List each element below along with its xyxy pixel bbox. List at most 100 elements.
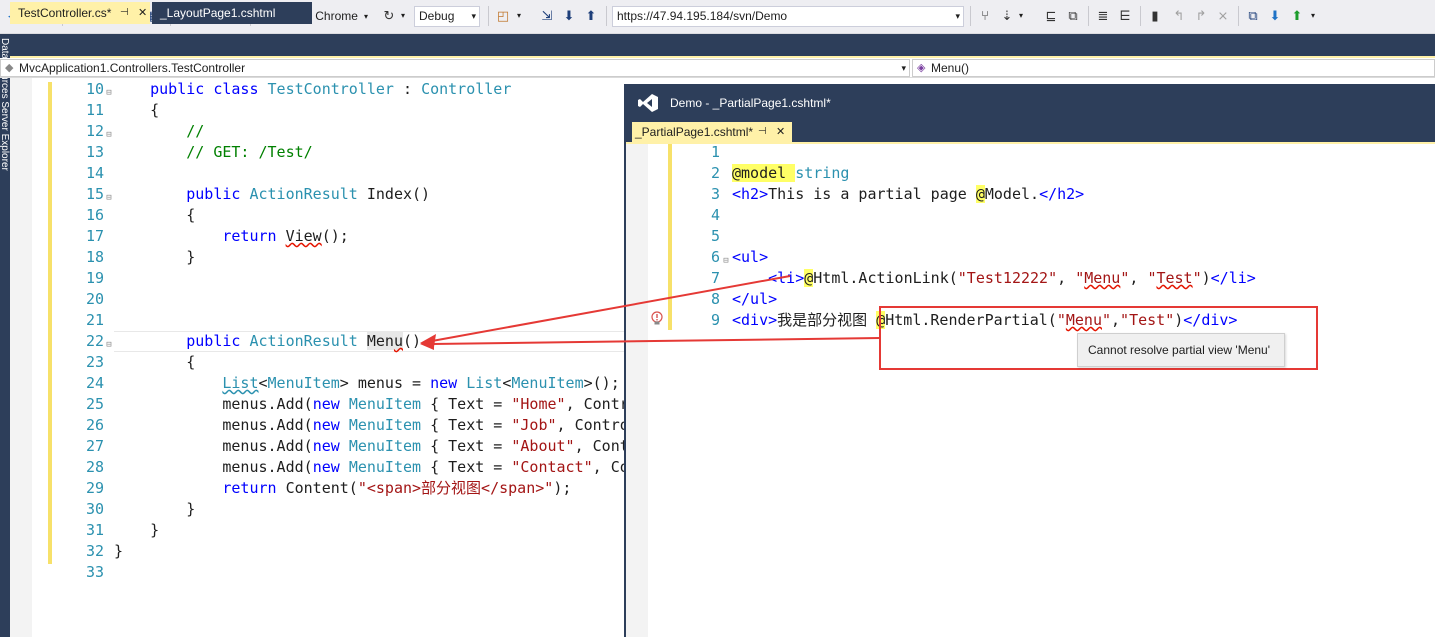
code-line[interactable]: } [114,541,123,562]
code-line[interactable]: return View(); [114,226,348,247]
line-number: 5 [710,227,720,245]
tab-label: TestController.cs* [18,6,112,20]
tab-partialpage[interactable]: _PartialPage1.cshtml* ⊣ ✕ [632,122,792,144]
attach-dropdown-icon[interactable]: ▾ [514,7,524,25]
class-dropdown[interactable]: ◆ MvcApplication1.Controllers.TestContro… [0,59,910,77]
line-number: 26 [85,416,104,434]
left-tool-strip[interactable]: Data Sources Server Explorer [0,34,10,637]
tab-layoutpage[interactable]: _LayoutPage1.cshtml [152,2,312,24]
merge-icon[interactable]: ⑂ [976,7,994,25]
document-tab-strip [10,34,1435,58]
line-number: 22 [85,332,104,350]
prev-bookmark-icon[interactable]: ↰ [1170,7,1188,25]
tab-label: _LayoutPage1.cshtml [160,6,276,20]
code-line[interactable]: } [114,520,159,541]
code-line[interactable]: } [114,247,195,268]
code-line[interactable]: @model string [732,163,849,184]
pin-icon[interactable]: ⊣ [758,122,767,142]
line-number: 16 [85,206,104,224]
code-line[interactable]: menus.Add(new MenuItem { Text = "Home", … [114,394,628,415]
code-line[interactable]: menus.Add(new MenuItem { Text = "Contact… [114,457,628,478]
code-line[interactable]: menus.Add(new MenuItem { Text = "About",… [114,436,628,457]
refresh-icon[interactable]: ↻ [380,7,398,25]
comment-icon[interactable]: ≣ [1094,7,1112,25]
close-icon[interactable]: ✕ [138,2,147,24]
compare-icon[interactable]: ⧉ [1064,7,1082,25]
close-icon[interactable]: ✕ [776,122,785,142]
tab-label: _PartialPage1.cshtml* [635,125,754,139]
collapse-icon[interactable]: ⊟ [104,125,114,146]
line-number: 28 [85,458,104,476]
arrow-down-icon[interactable]: ⬇ [1266,7,1284,25]
code-line[interactable]: List<MenuItem> menus = new List<MenuItem… [114,373,619,394]
configuration-select[interactable]: Debug ▾ [414,6,480,27]
floating-window-title: Demo - _PartialPage1.cshtml* [670,96,831,110]
collapse-icon[interactable]: ⊟ [104,335,114,356]
refresh-dropdown-icon[interactable]: ▾ [398,7,408,25]
code-line[interactable]: return Content("<span>部分视图</span>"); [114,478,571,499]
code-line[interactable]: public ActionResult Index() [114,184,430,205]
code-line[interactable]: { [114,352,195,373]
code-line[interactable]: { [114,100,159,121]
next-bookmark-icon[interactable]: ↱ [1192,7,1210,25]
code-line[interactable]: menus.Add(new MenuItem { Text = "Job", C… [114,415,628,436]
line-number: 10 [85,80,104,98]
browser-dropdown-icon: ▾ [363,11,368,21]
code-line[interactable]: public ActionResult Menu() [114,331,421,352]
line-number: 9 [710,311,720,329]
chevron-down-icon: ▾ [471,11,476,21]
line-number: 24 [85,374,104,392]
line-number: 6 [710,248,720,266]
update-dropdown-icon[interactable]: ▾ [1016,7,1026,25]
chevron-down-icon: ▾ [955,11,960,21]
arrow-up-icon[interactable]: ⬆ [1288,7,1306,25]
attach-icon[interactable]: ◰ [494,7,512,25]
toolbar-overflow-icon[interactable]: ▾ [1308,7,1318,25]
line-number: 32 [85,542,104,560]
line-number: 19 [85,269,104,287]
line-number: 8 [710,290,720,308]
configuration-value: Debug [419,9,455,23]
code-line[interactable]: // [114,121,204,142]
upload-icon[interactable]: ⬆ [582,7,600,25]
tab-testcontroller[interactable]: TestController.cs* ⊣ ✕ [10,2,150,24]
method-icon: ◈ [917,62,926,74]
code-line[interactable]: </ul> [732,289,777,310]
line-number: 33 [85,563,104,581]
svn-url-select[interactable]: https://47.94.195.184/svn/Demo ▾ [612,6,964,27]
svn-url-value: https://47.94.195.184/svn/Demo [617,9,788,23]
line-number: 30 [85,500,104,518]
code-line[interactable]: { [114,205,195,226]
line-number: 27 [85,437,104,455]
find-icon[interactable]: ⧉ [1244,7,1262,25]
lightbulb-icon[interactable] [650,311,664,327]
member-dropdown[interactable]: ◈ Menu() [912,59,1435,77]
collapse-icon[interactable]: ⊟ [104,83,114,104]
active-tab-underline [626,142,1435,144]
code-line[interactable]: <ul> [732,247,768,268]
line-number: 18 [85,248,104,266]
download-icon[interactable]: ⬇ [560,7,578,25]
code-line[interactable]: <h2>This is a partial page @Model.</h2> [732,184,1084,205]
pin-icon[interactable]: ⊣ [120,2,129,24]
code-line[interactable]: // GET: /Test/ [114,142,312,163]
chevron-down-icon: ▾ [901,63,906,73]
step-icon[interactable]: ⇲ [538,7,556,25]
commit-icon[interactable]: ⊑ [1042,7,1060,25]
clear-bookmarks-icon[interactable]: ⨯ [1214,7,1232,25]
code-line[interactable]: <li>@Html.ActionLink("Test12222", "Menu"… [732,268,1256,289]
code-line[interactable]: } [114,499,195,520]
line-number: 23 [85,353,104,371]
floating-window-titlebar[interactable]: Demo - _PartialPage1.cshtml* [626,84,1435,122]
collapse-icon[interactable]: ⊟ [721,251,731,272]
uncomment-icon[interactable]: ⋿ [1116,7,1134,25]
line-number: 3 [710,185,720,203]
bookmark-icon[interactable]: ▮ [1146,7,1164,25]
collapse-icon[interactable]: ⊟ [104,188,114,209]
update-icon[interactable]: ⇣ [998,7,1016,25]
line-number: 21 [85,311,104,329]
class-path: MvcApplication1.Controllers.TestControll… [19,61,246,75]
line-number: 15 [85,185,104,203]
code-line[interactable]: public class TestController : Controller [114,79,511,100]
editor-indicator-margin [10,78,32,637]
